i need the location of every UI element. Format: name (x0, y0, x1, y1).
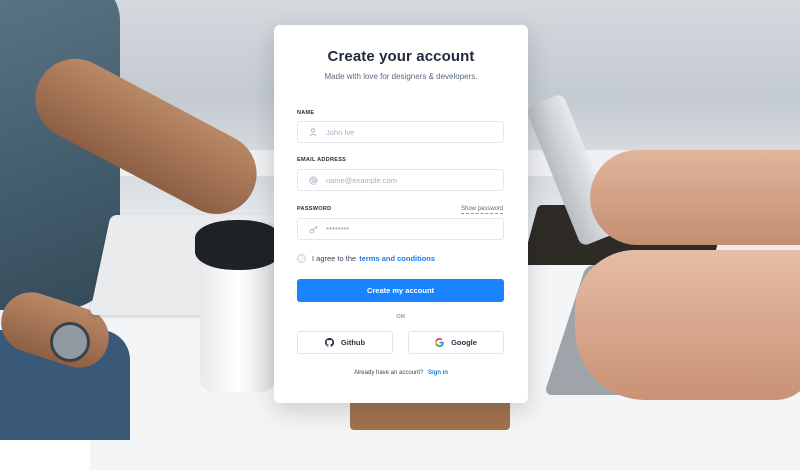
terms-link[interactable]: terms and conditions (359, 254, 435, 263)
terms-checkbox[interactable] (297, 254, 306, 263)
terms-checkbox-row: I agree to the terms and conditions (297, 254, 435, 263)
signup-card: Create your account Made with love for d… (274, 25, 528, 403)
google-button[interactable]: Google (408, 331, 504, 354)
google-icon (435, 338, 444, 347)
at-icon (308, 175, 318, 185)
name-input[interactable] (326, 127, 486, 137)
name-label: NAME (297, 110, 315, 116)
create-account-label: Create my account (366, 286, 435, 295)
password-input[interactable] (326, 224, 486, 234)
page-title: Create your account (327, 48, 475, 65)
name-field[interactable] (297, 121, 504, 143)
or-divider: OR (396, 314, 406, 320)
signin-link[interactable]: Sign in (428, 370, 448, 376)
terms-text: I agree to the (312, 254, 357, 263)
github-icon (324, 338, 334, 347)
password-field[interactable] (297, 218, 504, 240)
footer-text: Already have an account? (353, 370, 424, 376)
email-input[interactable] (326, 175, 486, 185)
github-label: Github (340, 338, 366, 347)
page-subtitle: Made with love for designers & developer… (324, 72, 478, 81)
google-label: Google (451, 338, 477, 347)
user-icon (308, 127, 318, 137)
github-button[interactable]: Github (297, 331, 393, 354)
password-label: PASSWORD (297, 206, 332, 212)
email-label: EMAIL ADDRESS (297, 157, 347, 163)
show-password-link[interactable]: Show password (461, 205, 504, 214)
email-field[interactable] (297, 169, 504, 191)
create-account-button[interactable]: Create my account (297, 279, 504, 302)
signin-prompt: Already have an account? Sign in (274, 370, 528, 376)
key-icon (308, 224, 318, 234)
